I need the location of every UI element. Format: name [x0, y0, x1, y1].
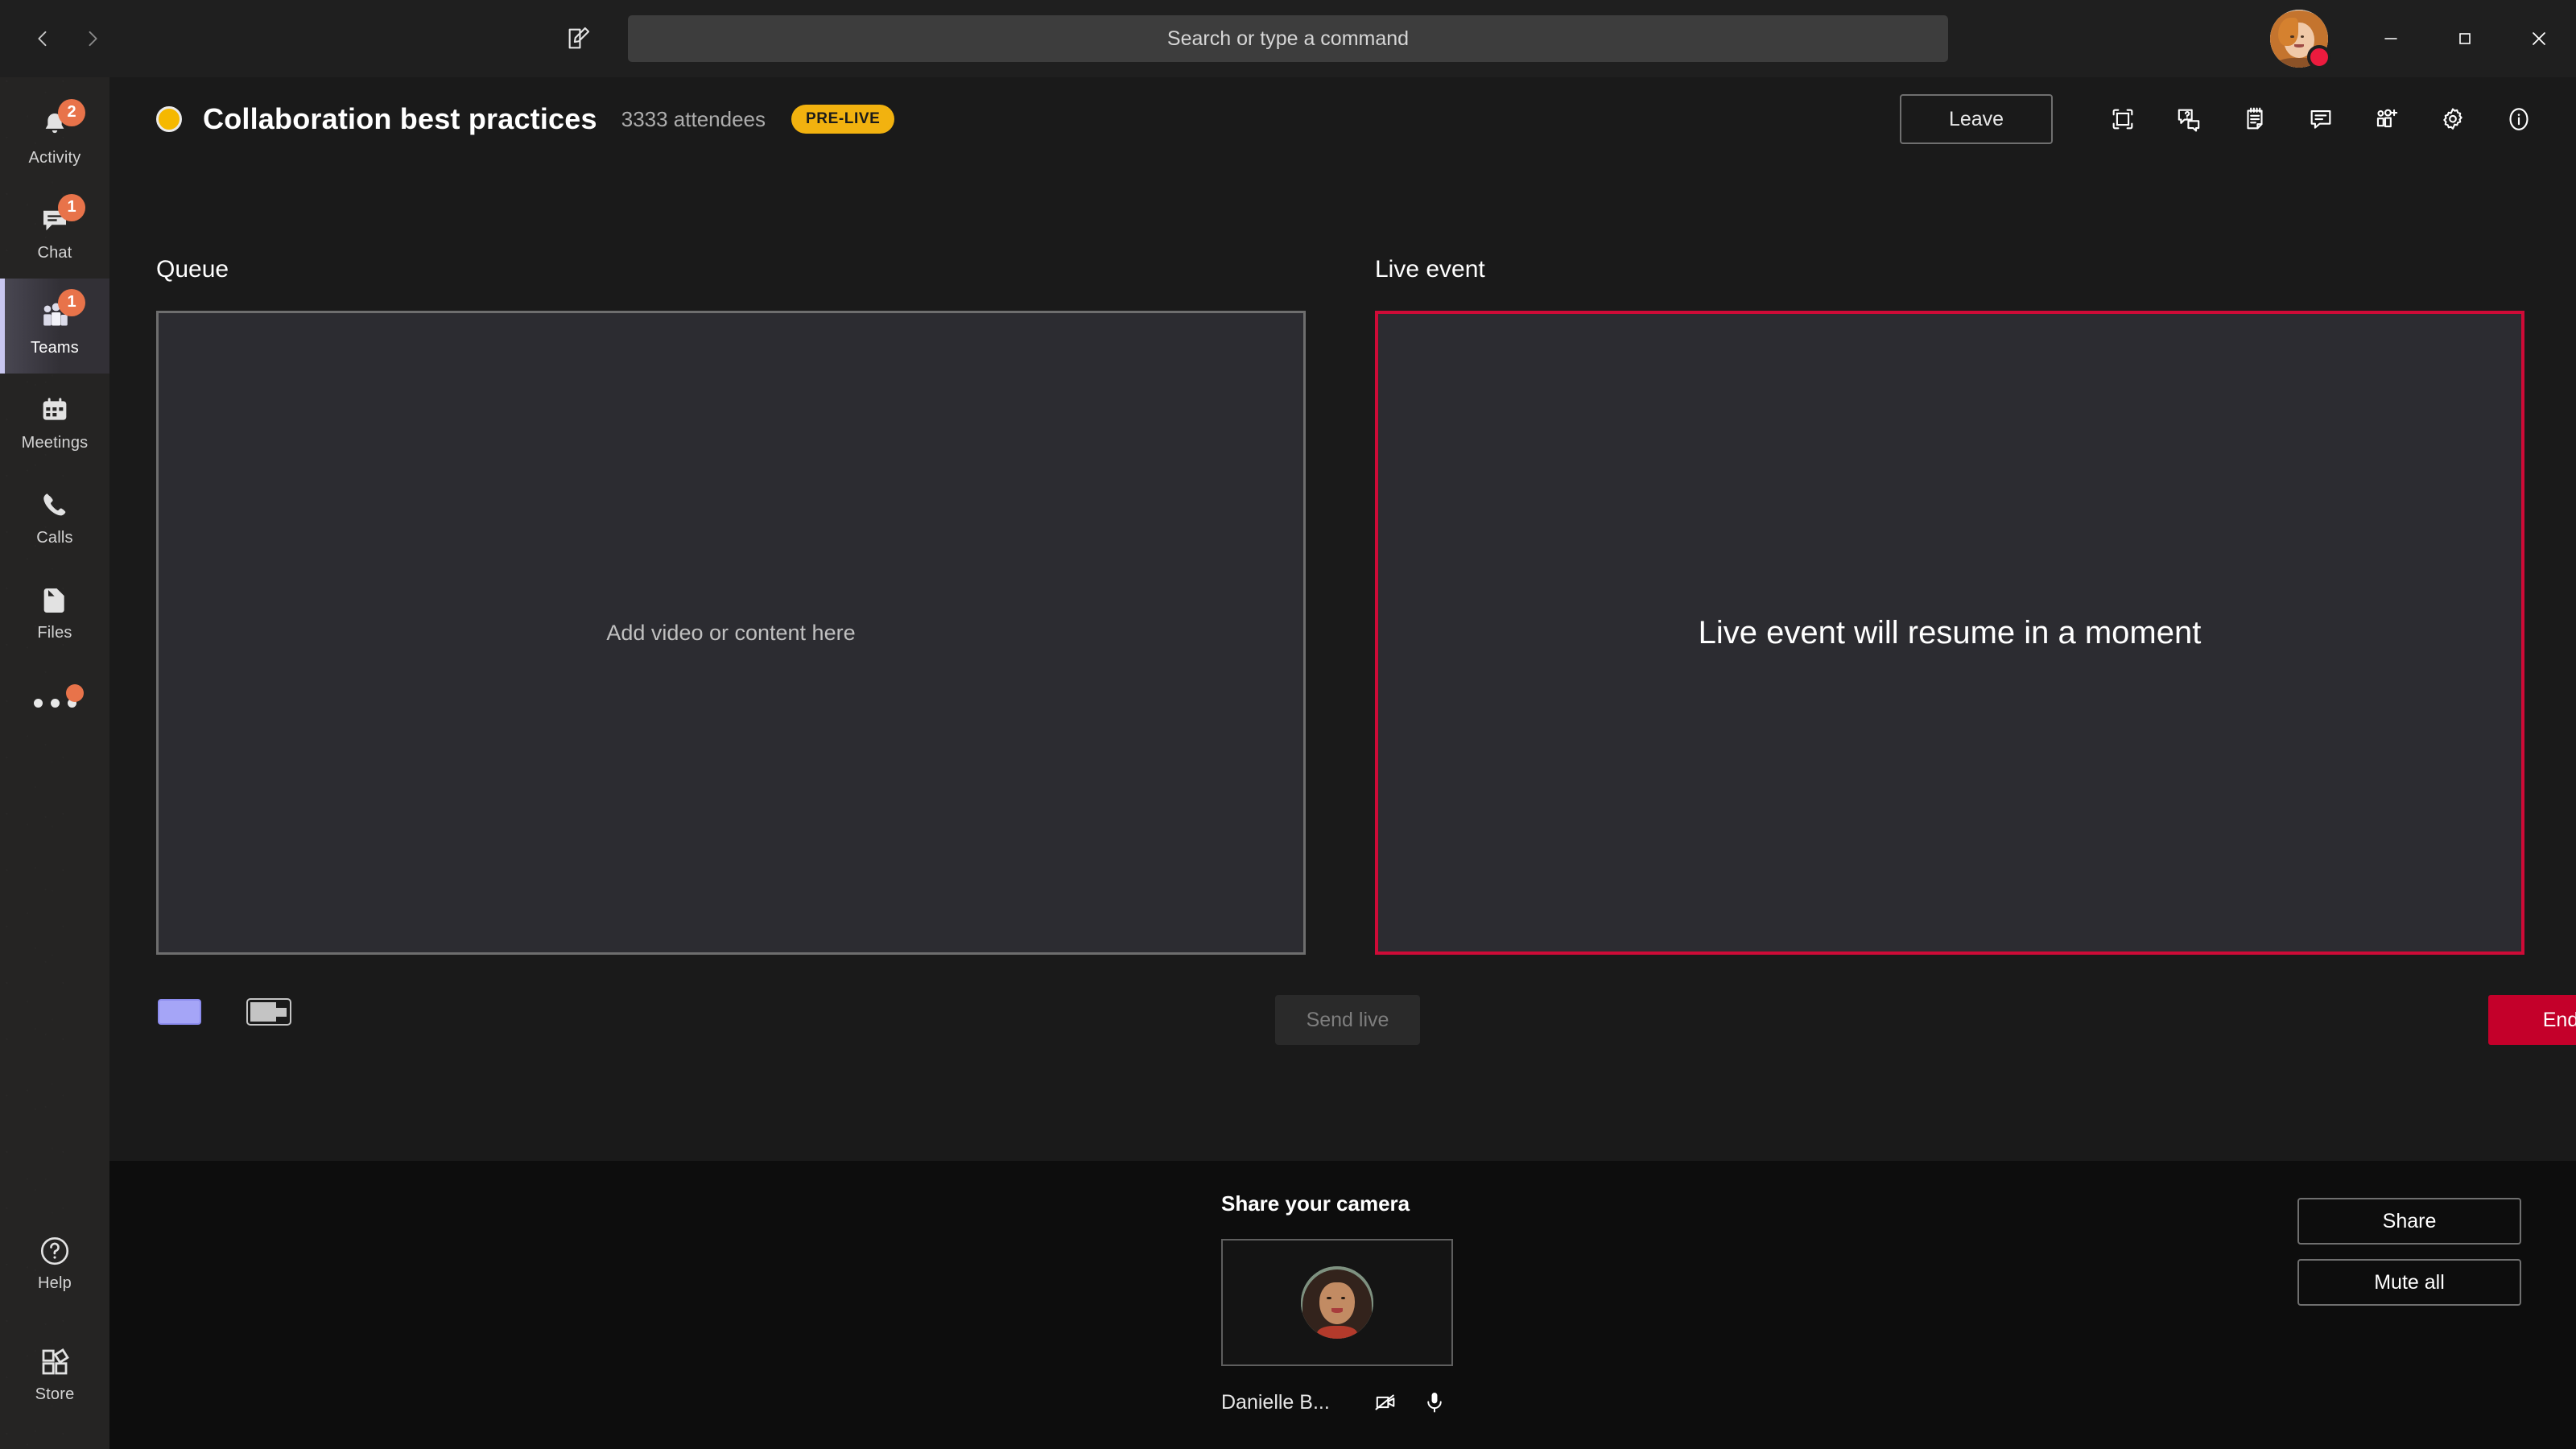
qna-icon[interactable]	[2156, 86, 2222, 152]
end-button[interactable]: End	[2488, 995, 2576, 1045]
sidebar-item-activity[interactable]: 2 Activity	[0, 89, 109, 184]
bottom-bar-actions: Share Mute all	[2297, 1198, 2521, 1306]
live-event-panel-label: Live event	[1375, 256, 1485, 283]
store-icon	[34, 1342, 76, 1382]
sidebar-item-meetings[interactable]: Meetings	[0, 374, 109, 469]
attendee-count: 3333 attendees	[621, 106, 766, 131]
gear-icon[interactable]	[2420, 86, 2486, 152]
presence-badge	[2307, 45, 2331, 69]
title-bar	[0, 0, 2576, 77]
participant-name: Danielle B...	[1221, 1390, 1330, 1414]
badge-count: 1	[58, 288, 85, 316]
navigation-arrows	[18, 14, 118, 64]
participant-avatar	[1301, 1266, 1373, 1339]
search-bar[interactable]	[628, 15, 1948, 62]
leave-button[interactable]: Leave	[1900, 94, 2053, 144]
share-button[interactable]: Share	[2297, 1198, 2521, 1245]
window-controls-area	[2270, 0, 2576, 77]
event-header-actions: Leave	[1900, 77, 2552, 161]
close-button[interactable]	[2502, 0, 2576, 77]
full-screen-icon[interactable]	[2090, 86, 2156, 152]
pre-live-dot-icon	[156, 106, 182, 132]
status-badge: PRE-LIVE	[791, 105, 895, 134]
back-icon[interactable]	[18, 14, 68, 64]
camera-preview-thumbnail[interactable]	[1221, 1239, 1453, 1366]
teams-icon: 1	[34, 288, 85, 336]
chat-icon[interactable]	[2288, 86, 2354, 152]
maximize-button[interactable]	[2428, 0, 2502, 77]
sidebar-item-help[interactable]: Help	[0, 1214, 109, 1309]
minimize-button[interactable]	[2354, 0, 2428, 77]
app-sidebar: 2 Activity 1 Chat 1 Teams Meetings Calls…	[0, 77, 109, 1449]
sidebar-item-label: Chat	[37, 243, 72, 262]
camera-meta-row: Danielle B...	[1221, 1384, 1453, 1421]
sidebar-item-label: Store	[35, 1385, 75, 1403]
sidebar-item-chat[interactable]: 1 Chat	[0, 184, 109, 279]
sidebar-item-label: Activity	[28, 148, 81, 167]
live-event-message: Live event will resume in a moment	[1698, 614, 2202, 650]
avatar[interactable]	[2270, 10, 2331, 69]
compose-icon[interactable]	[555, 15, 602, 62]
sidebar-item-label: Calls	[36, 528, 73, 547]
help-circle-icon	[34, 1231, 76, 1271]
phone-icon	[34, 485, 76, 526]
info-icon[interactable]	[2486, 86, 2552, 152]
send-live-button[interactable]: Send live	[1275, 995, 1420, 1045]
share-camera-title: Share your camera	[1221, 1191, 1410, 1216]
layout-pip-icon[interactable]	[246, 998, 291, 1026]
layout-single-icon[interactable]	[158, 999, 201, 1025]
sidebar-more-apps-button[interactable]	[0, 658, 109, 747]
sidebar-item-label: Meetings	[21, 433, 89, 452]
sidebar-item-label: Teams	[31, 338, 79, 357]
bottom-bar: Share your camera Danielle B... Share Mu…	[109, 1161, 2576, 1449]
sidebar-bottom-group: Help Store	[0, 1214, 109, 1420]
queue-layout-controls	[158, 998, 291, 1026]
share-camera-section: Share your camera Danielle B...	[1221, 1191, 1559, 1421]
sidebar-item-files[interactable]: Files	[0, 564, 109, 658]
bell-icon: 2	[34, 98, 85, 146]
mute-all-button[interactable]: Mute all	[2297, 1259, 2521, 1306]
more-badge-dot	[66, 684, 84, 702]
badge-count: 2	[58, 98, 85, 126]
main-content: Collaboration best practices 3333 attend…	[109, 77, 2576, 1161]
sidebar-item-label: Help	[38, 1274, 72, 1292]
files-icon	[34, 580, 76, 621]
microphone-icon[interactable]	[1416, 1384, 1453, 1421]
sidebar-item-label: Files	[37, 623, 72, 642]
live-event-preview-panel[interactable]: Live event will resume in a moment	[1375, 311, 2524, 955]
queue-placeholder-text: Add video or content here	[606, 620, 856, 645]
badge-count: 1	[58, 193, 85, 221]
chat-icon: 1	[34, 193, 85, 241]
sidebar-item-calls[interactable]: Calls	[0, 469, 109, 564]
sidebar-item-teams[interactable]: 1 Teams	[0, 279, 109, 374]
notes-icon[interactable]	[2222, 86, 2288, 152]
forward-icon[interactable]	[68, 14, 118, 64]
sidebar-item-store[interactable]: Store	[0, 1325, 109, 1420]
calendar-icon	[34, 390, 76, 431]
add-people-icon[interactable]	[2354, 86, 2420, 152]
event-header: Collaboration best practices 3333 attend…	[109, 77, 2576, 161]
queue-panel-label: Queue	[156, 256, 229, 283]
page-title: Collaboration best practices	[203, 102, 597, 135]
search-input[interactable]	[628, 15, 1948, 62]
camera-off-icon[interactable]	[1368, 1384, 1405, 1421]
queue-preview-panel[interactable]: Add video or content here	[156, 311, 1306, 955]
